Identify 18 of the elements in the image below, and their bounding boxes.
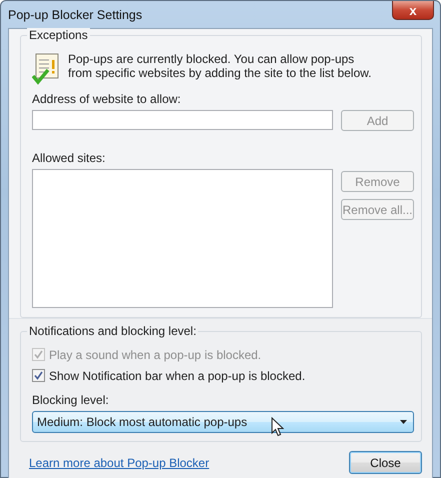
field-label: Address of website to allow: — [32, 92, 182, 106]
caret-icon — [400, 420, 407, 424]
close-button[interactable]: Close — [349, 451, 422, 474]
info-text: Pop-ups are currently blocked. You can allow pop-ups from specific websites by adding the site to the list below. — [68, 52, 372, 80]
mouse-pointer-icon — [271, 417, 284, 437]
checkbox[interactable] — [32, 369, 45, 382]
list-label: Allowed sites: — [32, 151, 106, 165]
help-link[interactable]: Learn more about Pop-up Blocker — [29, 456, 210, 470]
window-title: Pop-up Blocker Settings — [8, 8, 142, 22]
document-check-icon — [32, 52, 60, 86]
group-heading: Exceptions — [27, 28, 90, 42]
checkbox-label: Play a sound when a pop-up is blocked. — [49, 348, 262, 362]
checkbox-label: Show Notification bar when a pop-up is blocked. — [49, 368, 306, 382]
field-label: Blocking level: — [32, 393, 110, 407]
address-field[interactable] — [32, 110, 333, 130]
sites-list[interactable] — [32, 169, 333, 308]
group-heading: Notifications and blocking level: — [27, 324, 198, 338]
close-button[interactable]: x — [392, 1, 434, 20]
